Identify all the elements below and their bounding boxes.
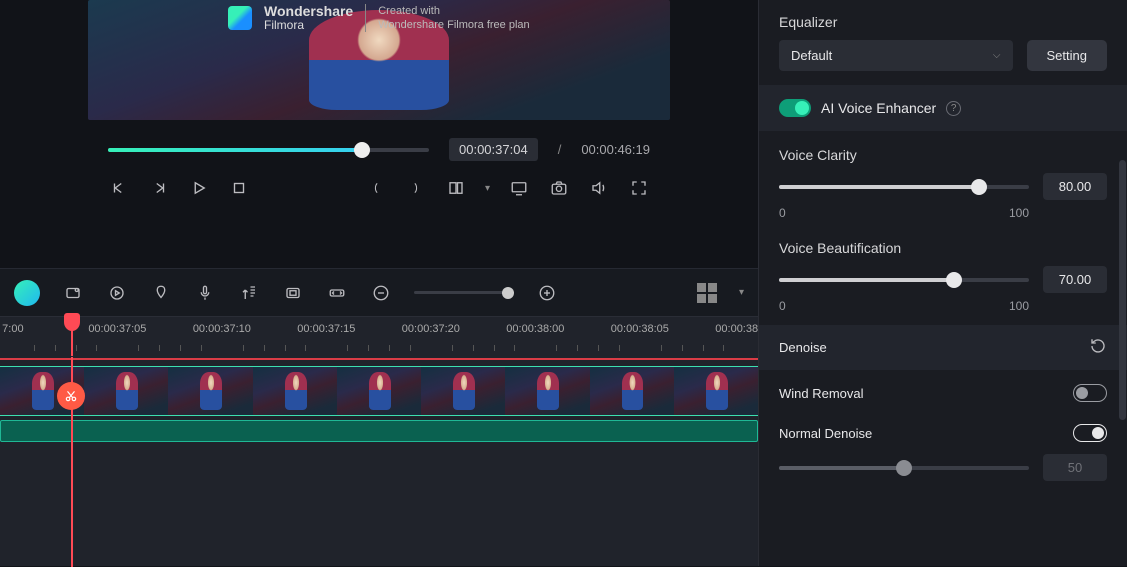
media-bin-button[interactable]	[62, 282, 84, 304]
timeline-tracks[interactable]	[0, 356, 758, 566]
chevron-down-icon: ⌵	[993, 50, 1001, 61]
ai-voice-enhancer-row: AI Voice Enhancer ?	[759, 85, 1127, 131]
timeline-ruler[interactable]: 7:00 00:00:37:05 00:00:37:10 00:00:37:15 00:…	[0, 316, 758, 356]
ruler-tick: 00:00:37:15	[297, 323, 355, 335]
playhead[interactable]	[71, 317, 73, 356]
watermark-line2: Wondershare Filmora free plan	[378, 18, 529, 32]
transport-bar: 00:00:37:04 / 00:00:46:19 ▾	[88, 120, 670, 209]
ruler-tick: 00:00:37:20	[402, 323, 460, 335]
voice-beaut-min: 0	[779, 299, 786, 313]
properties-panel: Equalizer Default ⌵ Setting AI Voice Enh…	[758, 0, 1127, 566]
brand-name-bottom: Filmora	[264, 19, 353, 32]
voice-clarity-slider[interactable]	[779, 185, 1029, 189]
layout-chevron-icon[interactable]: ▾	[485, 183, 490, 194]
brand-name-top: Wondershare	[264, 4, 353, 19]
normal-denoise-thumb[interactable]	[896, 460, 912, 476]
track-view-button[interactable]	[697, 283, 717, 303]
video-clip[interactable]	[0, 366, 758, 416]
current-time[interactable]: 00:00:37:04	[449, 138, 538, 161]
display-output-button[interactable]	[508, 177, 530, 199]
ruler-tick: 00:00:37:05	[88, 323, 146, 335]
audio-clip[interactable]	[0, 420, 758, 442]
voice-clarity-min: 0	[779, 206, 786, 220]
audio-mixer-button[interactable]	[238, 282, 260, 304]
crop-button[interactable]	[282, 282, 304, 304]
equalizer-setting-button[interactable]: Setting	[1027, 40, 1107, 71]
preview-area: Wondershare Filmora Created with Wonders…	[0, 0, 758, 268]
volume-button[interactable]	[588, 177, 610, 199]
voice-clarity-label: Voice Clarity	[779, 147, 1107, 163]
equalizer-selected: Default	[791, 48, 832, 63]
snapshot-button[interactable]	[548, 177, 570, 199]
voice-clarity-thumb[interactable]	[971, 179, 987, 195]
zoom-thumb[interactable]	[502, 287, 514, 299]
voice-beaut-thumb[interactable]	[946, 272, 962, 288]
voiceover-button[interactable]	[194, 282, 216, 304]
denoise-header: Denoise	[759, 325, 1127, 370]
ruler-tick: 00:00:38:00	[506, 323, 564, 335]
equalizer-preset-select[interactable]: Default ⌵	[779, 40, 1013, 71]
play-button[interactable]	[188, 177, 210, 199]
mark-in-button[interactable]	[365, 177, 387, 199]
watermark-line1: Created with	[378, 4, 529, 18]
preview-render-button[interactable]	[106, 282, 128, 304]
time-separator: /	[558, 142, 562, 157]
scrub-thumb[interactable]	[354, 142, 370, 158]
prev-frame-button[interactable]	[108, 177, 130, 199]
voice-beaut-label: Voice Beautification	[779, 240, 1107, 256]
filmora-logo-icon	[228, 6, 252, 30]
voice-clarity-value[interactable]: 80.00	[1043, 173, 1107, 200]
ai-voice-enhancer-title: AI Voice Enhancer	[821, 100, 936, 116]
zoom-in-button[interactable]	[536, 282, 558, 304]
help-icon[interactable]: ?	[946, 101, 961, 116]
timeline-toolbar: ▾	[0, 268, 758, 316]
layout-dropdown[interactable]	[445, 177, 467, 199]
reset-icon[interactable]	[1089, 337, 1107, 358]
ruler-tick: 7:00	[2, 323, 23, 335]
normal-denoise-value[interactable]: 50	[1043, 454, 1107, 481]
ruler-tick: 00:00:38:05	[611, 323, 669, 335]
normal-denoise-label: Normal Denoise	[779, 426, 872, 441]
normal-denoise-toggle[interactable]	[1073, 424, 1107, 442]
voice-beaut-max: 100	[1009, 299, 1029, 313]
preview-video-frame[interactable]: Wondershare Filmora Created with Wonders…	[88, 0, 670, 120]
next-frame-button[interactable]	[148, 177, 170, 199]
watermark-overlay: Wondershare Filmora Created with Wonders…	[228, 4, 530, 33]
zoom-out-button[interactable]	[370, 282, 392, 304]
adjust-duration-button[interactable]	[326, 282, 348, 304]
wind-removal-toggle[interactable]	[1073, 384, 1107, 402]
voice-clarity-max: 100	[1009, 206, 1029, 220]
voice-beaut-slider[interactable]	[779, 278, 1029, 282]
ai-voice-enhancer-toggle[interactable]	[779, 99, 811, 117]
equalizer-label: Equalizer	[779, 14, 1107, 30]
wind-removal-label: Wind Removal	[779, 386, 864, 401]
ruler-tick: 00:00:37:10	[193, 323, 251, 335]
playback-scrub-slider[interactable]	[108, 148, 429, 152]
stop-button[interactable]	[228, 177, 250, 199]
track-separator	[0, 358, 758, 360]
denoise-label: Denoise	[779, 340, 827, 355]
timeline-zoom-slider[interactable]	[414, 291, 514, 294]
mark-out-button[interactable]	[405, 177, 427, 199]
marker-button[interactable]	[150, 282, 172, 304]
scrub-fill	[108, 148, 362, 152]
total-time: 00:00:46:19	[581, 142, 650, 157]
track-view-chevron-icon[interactable]: ▾	[739, 287, 744, 298]
panel-scrollbar[interactable]	[1119, 160, 1126, 420]
ai-tools-button[interactable]	[14, 280, 40, 306]
fullscreen-button[interactable]	[628, 177, 650, 199]
voice-beaut-value[interactable]: 70.00	[1043, 266, 1107, 293]
normal-denoise-slider[interactable]	[779, 466, 1029, 470]
